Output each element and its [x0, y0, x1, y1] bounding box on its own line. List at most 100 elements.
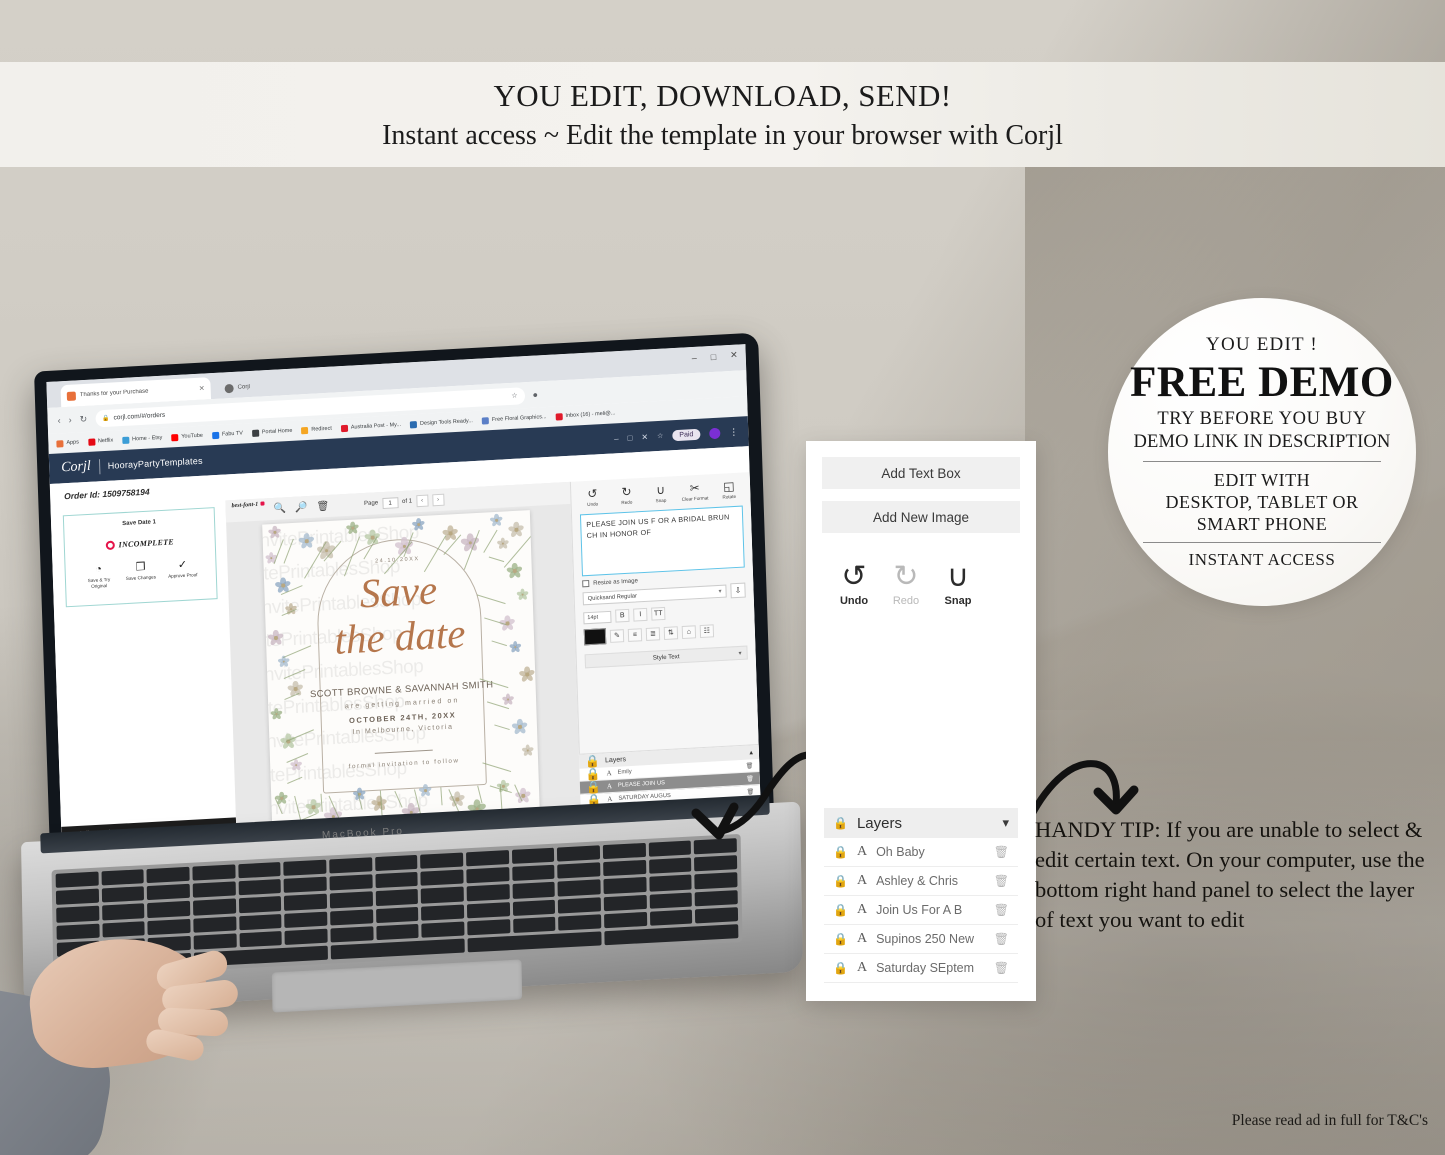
- keyboard-key[interactable]: [238, 879, 282, 896]
- keyboard-key[interactable]: [284, 928, 328, 945]
- redo-button[interactable]: ↻ Redo: [880, 561, 932, 608]
- keyboard-key[interactable]: [421, 903, 465, 921]
- italic-button[interactable]: I: [633, 607, 648, 622]
- layer-row[interactable]: 🔒 A Supinos 250 New 🗑: [824, 925, 1018, 954]
- keyboard-key[interactable]: [420, 869, 464, 887]
- keyboard-key[interactable]: [192, 864, 236, 881]
- keyboard-key[interactable]: [466, 901, 510, 918]
- editor-tool-clear-format[interactable]: ✂ Clear Format: [680, 481, 711, 502]
- keyboard-key[interactable]: [511, 847, 555, 865]
- overflow-menu-icon[interactable]: ⋮: [729, 426, 738, 437]
- bookmark-item[interactable]: Redirect: [301, 425, 332, 434]
- keyboard-key[interactable]: [420, 852, 464, 869]
- eyedropper-button[interactable]: ✎: [609, 628, 625, 643]
- keyboard-key[interactable]: [238, 862, 281, 879]
- bookmark-item[interactable]: Apps: [56, 439, 79, 448]
- keyboard-key[interactable]: [603, 877, 647, 894]
- keyboard-key[interactable]: [648, 857, 692, 875]
- bookmark-item[interactable]: Inbox (16) - meli@...: [555, 410, 615, 421]
- keyboard-key[interactable]: [329, 874, 373, 891]
- zoom-in-icon[interactable]: 🔍: [273, 503, 286, 515]
- keyboard-key[interactable]: [603, 860, 646, 877]
- snap-button[interactable]: ∪ Snap: [932, 561, 984, 608]
- keyboard-key[interactable]: [512, 916, 556, 933]
- reload-icon[interactable]: ↻: [79, 413, 87, 424]
- lock-icon[interactable]: 🔒: [833, 845, 848, 859]
- keyboard-key[interactable]: [695, 906, 739, 924]
- trash-icon[interactable]: 🗑: [994, 961, 1009, 975]
- keyboard-key[interactable]: [649, 892, 693, 909]
- keyboard-key[interactable]: [694, 872, 738, 889]
- profile-icon[interactable]: ●: [532, 389, 538, 399]
- keyboard-key[interactable]: [284, 893, 328, 911]
- order-action-button[interactable]: ◔ Save & Try Original: [79, 562, 118, 590]
- trash-icon[interactable]: 🗑: [994, 903, 1009, 917]
- keyboard-key[interactable]: [330, 908, 373, 926]
- keyboard-key[interactable]: [329, 857, 373, 874]
- order-card[interactable]: Save Date 1 INCOMPLETE ◔ Save & Try Origi…: [62, 507, 218, 608]
- editor-tool-redo[interactable]: ↻ Redo: [611, 485, 642, 506]
- keyboard-key[interactable]: [330, 938, 465, 960]
- keyboard-key[interactable]: [375, 906, 419, 923]
- keyboard-key[interactable]: [330, 925, 374, 943]
- bookmark-item[interactable]: YouTube: [171, 432, 203, 441]
- keyboard-key[interactable]: [557, 879, 601, 897]
- keyboard-key[interactable]: [192, 881, 236, 898]
- bookmark-item[interactable]: Fabu TV: [211, 430, 243, 439]
- back-icon[interactable]: ‹: [58, 415, 61, 425]
- undo-button[interactable]: ↺ Undo: [828, 561, 880, 608]
- next-page-button[interactable]: ›: [431, 493, 445, 507]
- font-size-input[interactable]: 14pt: [583, 610, 612, 624]
- app-close-icon[interactable]: ✕: [641, 432, 648, 441]
- keyboard-key[interactable]: [604, 911, 647, 929]
- keyboard-key[interactable]: [55, 871, 99, 888]
- keyboard-key[interactable]: [648, 840, 692, 857]
- keyboard-key[interactable]: [284, 911, 328, 928]
- keyboard-key[interactable]: [649, 874, 692, 892]
- text-color-swatch[interactable]: [583, 628, 607, 646]
- lock-icon[interactable]: 🔒: [833, 874, 848, 888]
- layer-row[interactable]: 🔒 A Join Us For A B 🗑: [824, 896, 1018, 925]
- layers-panel-header[interactable]: 🔒 Layers ▾: [824, 808, 1018, 838]
- keyboard-key[interactable]: [101, 869, 145, 886]
- keyboard-key[interactable]: [376, 923, 419, 940]
- keyboard-key[interactable]: [375, 872, 418, 889]
- font-family-select[interactable]: Quicksand Regular ▾: [582, 584, 727, 606]
- more-format-button[interactable]: ☷: [699, 623, 715, 638]
- layer-row[interactable]: 🔒 A Ashley & Chris 🗑: [824, 867, 1018, 896]
- keyboard-key[interactable]: [283, 876, 327, 894]
- invitation-design[interactable]: InvitePrintablesShop InvitePrintablesShop…: [262, 510, 540, 827]
- keyboard-key[interactable]: [512, 899, 556, 916]
- keyboard-key[interactable]: [649, 909, 693, 926]
- bookmark-item[interactable]: Design Tools Ready...: [409, 418, 473, 428]
- tab-close-icon[interactable]: ✕: [199, 384, 205, 392]
- align-center-button[interactable]: ≣: [645, 626, 661, 641]
- keyboard-key[interactable]: [466, 884, 510, 901]
- bold-button[interactable]: B: [615, 608, 630, 623]
- order-action-button[interactable]: ✓ Approve Proof: [163, 558, 202, 586]
- keyboard-key[interactable]: [466, 867, 510, 884]
- line-height-button[interactable]: ⇅: [663, 625, 679, 640]
- editor-tool-undo[interactable]: ↺ Undo: [577, 486, 608, 508]
- forward-icon[interactable]: ›: [68, 415, 71, 425]
- layer-row[interactable]: 🔒 A Oh Baby 🗑: [824, 838, 1018, 867]
- minimize-icon[interactable]: –: [692, 352, 697, 362]
- close-icon[interactable]: ✕: [730, 350, 738, 361]
- keyboard-key[interactable]: [55, 888, 99, 906]
- keyboard-key[interactable]: [147, 883, 190, 901]
- lock-icon[interactable]: 🔒: [833, 903, 848, 917]
- keyboard-key[interactable]: [557, 862, 601, 879]
- lock-icon[interactable]: 🔒: [833, 961, 848, 975]
- trash-icon[interactable]: 🗑: [994, 932, 1009, 946]
- app-minimize-icon[interactable]: –: [614, 434, 619, 443]
- keyboard-key[interactable]: [511, 864, 555, 882]
- chevron-down-icon[interactable]: ▾: [1002, 815, 1009, 831]
- zoom-out-icon[interactable]: 🔎: [295, 502, 308, 514]
- text-content-input[interactable]: PLEASE JOIN US F OR A BRIDAL BRUN CH IN …: [579, 505, 745, 577]
- bookmark-star-icon[interactable]: ☆: [511, 392, 518, 400]
- corjl-star-icon[interactable]: ☆: [657, 432, 664, 440]
- keyboard-key[interactable]: [558, 896, 601, 914]
- style-text-accordion[interactable]: Style Text ▾: [584, 645, 748, 669]
- keyboard-key[interactable]: [375, 889, 419, 906]
- keyboard-key[interactable]: [558, 913, 602, 931]
